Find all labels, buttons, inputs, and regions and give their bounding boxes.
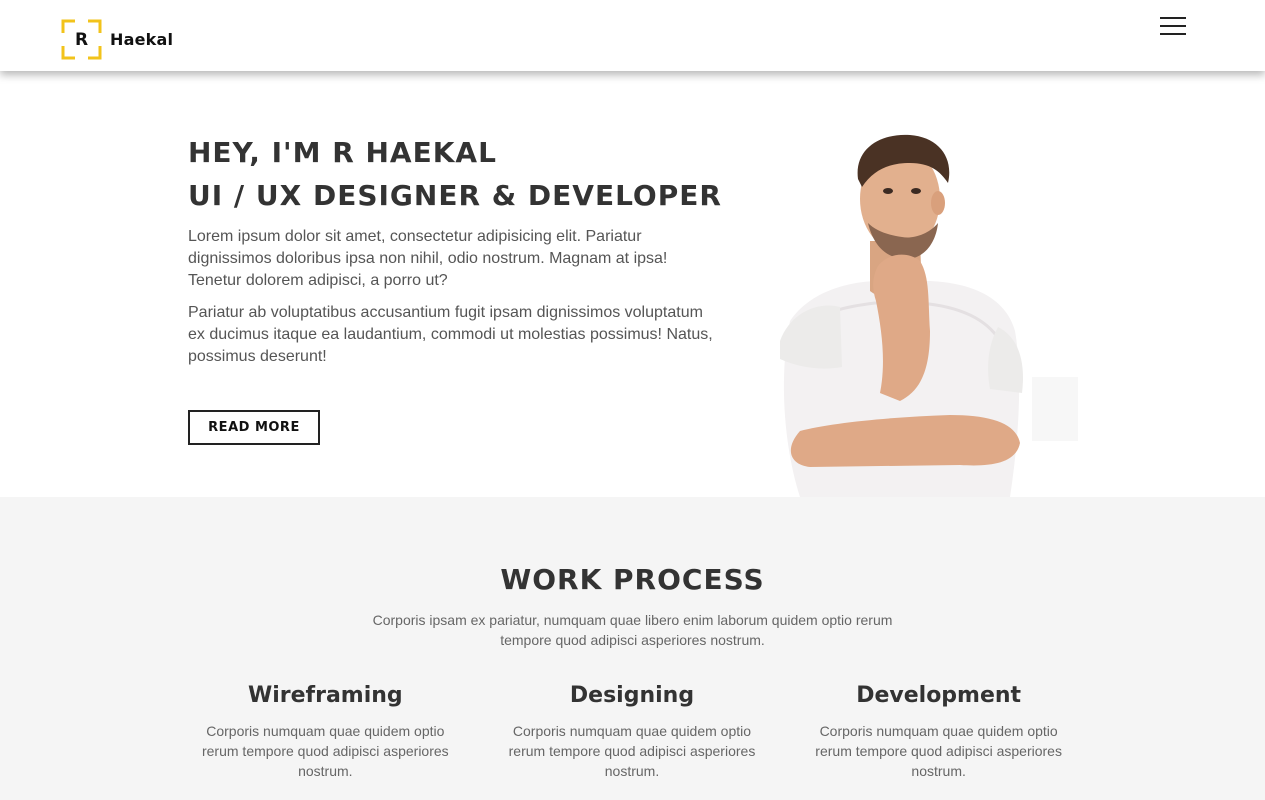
read-more-button[interactable]: READ MORE [188, 410, 320, 445]
step-title: Wireframing [247, 683, 403, 708]
hero-title: HEY, I'M R HAEKAL UI / UX DESIGNER & DEV… [188, 131, 748, 217]
hero-paragraph-2: Pariatur ab voluptatibus accusantium fug… [188, 304, 713, 365]
navbar: R Haekal [0, 0, 1265, 71]
step-title: Development [856, 683, 1022, 708]
hero-paragraph-1: Lorem ipsum dolor sit amet, consectetur … [188, 228, 668, 289]
logo-letter: R [74, 29, 89, 50]
brand-logo[interactable]: R Haekal [61, 19, 173, 60]
hamburger-icon[interactable] [1160, 17, 1188, 39]
work-process-title: WORK PROCESS [500, 563, 765, 596]
process-step-wireframing: Wireframing Corporis numquam quae quidem… [172, 681, 479, 781]
hero-title-line2: UI / UX DESIGNER & DEVELOPER [188, 179, 722, 212]
work-process-subtitle: Corporis ipsam ex pariatur, numquam quae… [372, 612, 893, 648]
logo-name: Haekal [110, 30, 174, 49]
hero-portrait-image [780, 134, 1078, 497]
step-description: Corporis numquam quae quidem optio rerum… [201, 723, 449, 779]
step-description: Corporis numquam quae quidem optio rerum… [508, 723, 756, 779]
logo-mark: R [61, 19, 102, 60]
step-title: Designing [569, 683, 695, 708]
hero-title-line1: HEY, I'M R HAEKAL [188, 136, 497, 169]
step-description: Corporis numquam quae quidem optio rerum… [815, 723, 1062, 779]
work-process-section: WORK PROCESS Corporis ipsam ex pariatur,… [0, 497, 1265, 800]
hero-section: HEY, I'M R HAEKAL UI / UX DESIGNER & DEV… [0, 71, 1265, 497]
process-step-designing: Designing Corporis numquam quae quidem o… [479, 681, 786, 781]
process-steps: Wireframing Corporis numquam quae quidem… [172, 681, 1092, 781]
process-step-development: Development Corporis numquam quae quidem… [785, 681, 1092, 781]
